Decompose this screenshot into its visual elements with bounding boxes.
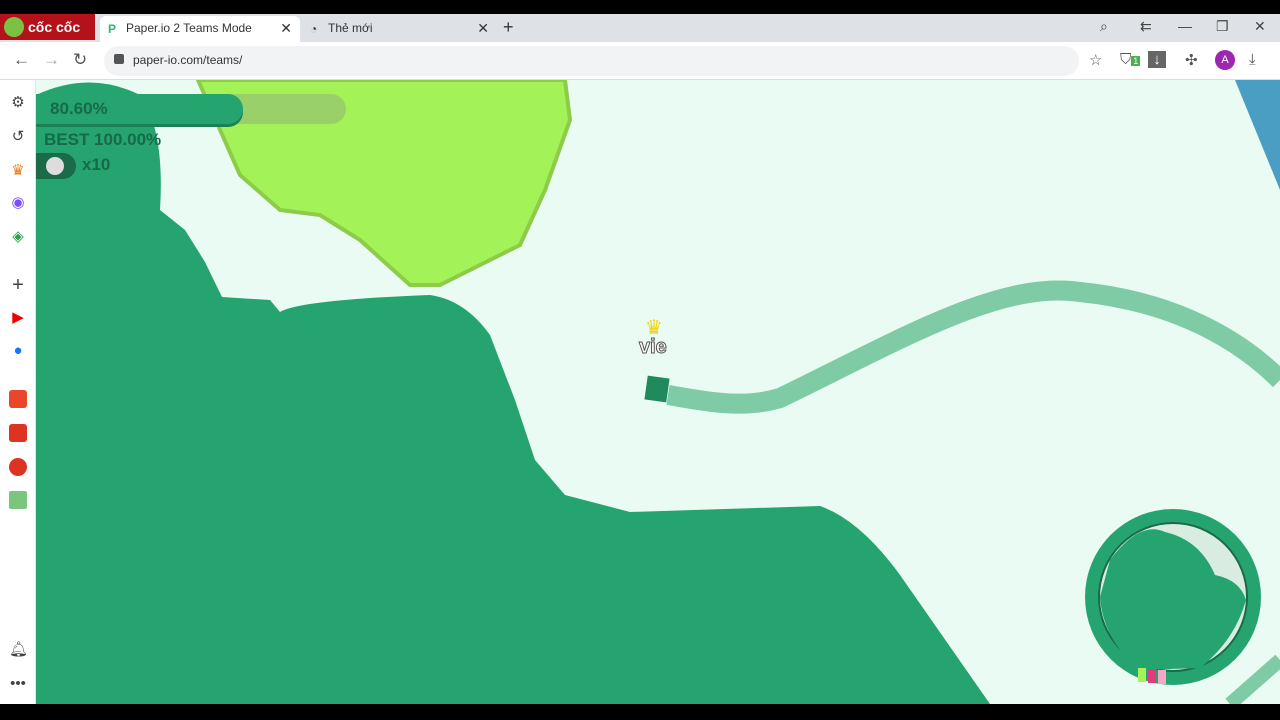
shield-extension-icon[interactable]: ⛉ 1	[1120, 51, 1141, 68]
player-name: vie	[639, 336, 668, 359]
url-text: paper-io.com/teams/	[133, 53, 243, 67]
tab-paperio[interactable]: P Paper.io 2 Teams Mode ✕	[100, 16, 300, 42]
profile-avatar[interactable]: A	[1215, 50, 1235, 70]
player-trail	[666, 280, 1280, 414]
coccoc-favicon-icon: ◔	[310, 22, 318, 36]
sidebar-toggle-icon[interactable]: ⇇	[1140, 18, 1152, 35]
history-icon[interactable]: ↺	[9, 128, 27, 146]
toolbar: ← → ↻ paper-io.com/teams/ ☆ ⛉ 1 ↓ ✣ A ⤓	[0, 42, 1280, 80]
extensions-puzzle-icon[interactable]: ✣	[1185, 51, 1198, 69]
game-canvas[interactable]: 80.60% BEST 100.00% x10 ♛ vie	[36, 80, 1280, 704]
gamepad-icon[interactable]: ◈	[9, 228, 27, 246]
brand-label: cốc cốc	[28, 19, 81, 35]
best-score: BEST 100.00%	[44, 130, 162, 149]
tab-new[interactable]: ◔ Thẻ mới ✕	[302, 16, 497, 42]
lock-icon	[114, 54, 124, 64]
back-button[interactable]: ←	[13, 50, 30, 70]
minimize-button[interactable]: —	[1178, 18, 1192, 34]
sheet-icon[interactable]	[9, 491, 27, 509]
browser-sidebar: ⚙ ↺ ♛ ◉ ◈ + ▶ ● 🔔︎ •••	[0, 80, 36, 704]
star-icon[interactable]: ☆	[1089, 51, 1102, 69]
bell-icon[interactable]: 🔔︎	[9, 641, 28, 659]
download-extension-icon[interactable]: ↓	[1148, 51, 1166, 68]
game-board	[36, 80, 1280, 704]
coccoc-menu-button[interactable]: cốc cốc	[0, 14, 95, 40]
blue-territory	[1235, 80, 1280, 190]
minimap	[1085, 509, 1261, 685]
forward-button[interactable]: →	[43, 50, 60, 70]
skull-icon	[46, 157, 64, 175]
extension-badge: 1	[1131, 56, 1141, 66]
search-tabs-icon[interactable]: ⌕	[1100, 18, 1108, 35]
game-icon[interactable]	[9, 458, 27, 476]
tab-title: Thẻ mới	[328, 21, 373, 35]
downloads-icon[interactable]: ⤓	[1249, 51, 1256, 68]
tab-title: Paper.io 2 Teams Mode	[126, 21, 252, 35]
coccoc-logo-icon	[4, 17, 24, 37]
kills-count: x10	[82, 155, 111, 174]
close-tab-icon[interactable]: ✕	[477, 20, 489, 37]
kills-badge	[36, 153, 76, 179]
crown-icon[interactable]: ♛	[9, 162, 27, 180]
restore-button[interactable]: ❐	[1216, 18, 1229, 35]
progress-text: 80.60%	[50, 99, 108, 118]
address-bar[interactable]: paper-io.com/teams/	[104, 46, 1079, 76]
close-tab-icon[interactable]: ✕	[280, 20, 292, 37]
youtube-icon[interactable]: ▶	[9, 309, 27, 327]
player-square	[644, 375, 670, 403]
close-window-button[interactable]: ✕	[1254, 18, 1266, 35]
new-tab-button[interactable]: +	[503, 17, 514, 38]
reload-button[interactable]: ↻	[73, 50, 87, 70]
shopee-icon[interactable]	[9, 390, 27, 408]
progress-bar: 80.60%	[36, 94, 346, 124]
player-trail-bottom	[1225, 654, 1280, 704]
tab-bar: cốc cốc P Paper.io 2 Teams Mode ✕ ◔ Thẻ mới…	[0, 14, 1280, 42]
facebook-icon[interactable]: ●	[9, 342, 27, 360]
messenger-icon[interactable]: ◉	[9, 194, 27, 212]
tiki-icon[interactable]	[9, 424, 27, 442]
plus-icon[interactable]: +	[9, 275, 27, 295]
gear-icon[interactable]: ⚙	[9, 94, 27, 112]
paperio-favicon-icon: P	[108, 22, 117, 36]
more-icon[interactable]: •••	[9, 675, 27, 693]
